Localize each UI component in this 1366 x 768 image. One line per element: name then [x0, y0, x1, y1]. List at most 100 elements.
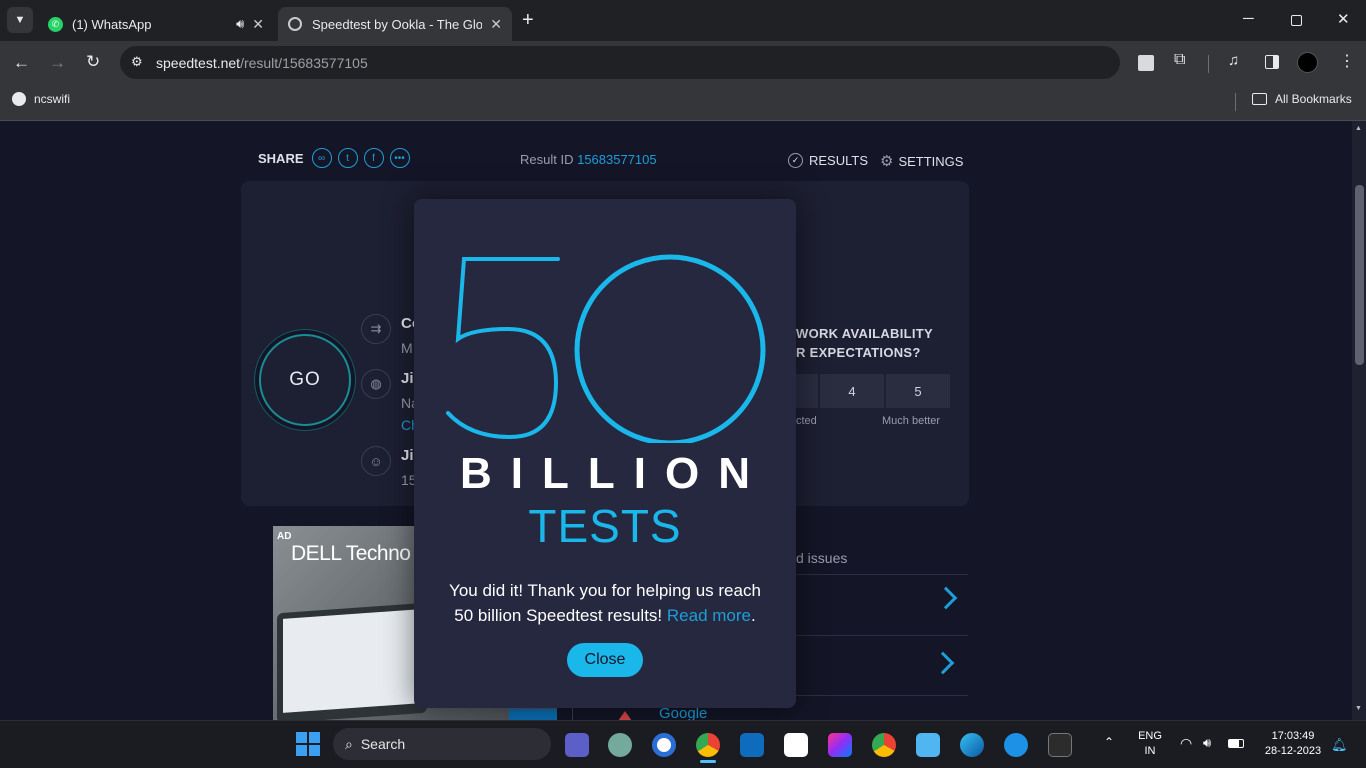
ad-divider — [572, 706, 573, 720]
show-hidden-icons[interactable]: ⌃ — [1104, 735, 1114, 749]
minimize-button[interactable]: ─ — [1243, 10, 1254, 27]
go-label: GO — [289, 369, 321, 390]
divider — [1235, 93, 1236, 111]
ad-blue-tile — [509, 709, 557, 720]
forward-button[interactable]: → — [49, 53, 66, 73]
close-label: Close — [584, 651, 626, 668]
extension-icon[interactable] — [1138, 55, 1154, 71]
close-tab-icon[interactable]: ✕ — [490, 16, 502, 33]
all-bookmarks-button[interactable]: All Bookmarks — [1252, 92, 1352, 106]
result-id-label: Result ID — [520, 152, 574, 167]
digit-five — [446, 257, 560, 440]
survey-question-line2: R EXPECTATIONS? — [796, 345, 921, 360]
facebook-icon[interactable]: f — [363, 148, 384, 168]
ad-brand: DELL Techno — [291, 542, 411, 565]
tab-title: (1) WhatsApp — [72, 16, 152, 32]
bookmark-ncswifi[interactable]: ncswifi — [12, 92, 70, 106]
survey-question-line1: WORK AVAILABILITY — [796, 326, 934, 341]
results-label: RESULTS — [809, 153, 868, 168]
notepad-icon[interactable] — [916, 733, 940, 757]
intellij-icon[interactable] — [828, 733, 852, 757]
speaker-icon[interactable]: 🔊︎ — [236, 16, 244, 32]
scroll-down-arrow[interactable]: ▼ — [1355, 705, 1362, 712]
connections-value: M — [401, 340, 413, 356]
twitter-icon[interactable]: t — [337, 148, 358, 168]
close-modal-button[interactable]: Close — [567, 643, 643, 677]
page-scrollbar[interactable]: ▲ ▼ — [1352, 121, 1366, 720]
billion-word: BILLION — [460, 449, 769, 498]
search-placeholder: Search — [360, 736, 406, 752]
active-indicator — [700, 760, 716, 763]
rating-5[interactable]: 5 — [886, 374, 950, 408]
digit-zero — [574, 254, 766, 443]
share-label: SHARE — [258, 150, 304, 166]
restore-button[interactable] — [1291, 15, 1302, 26]
chrome-icon[interactable] — [872, 733, 896, 757]
connections-icon: ⇉ — [361, 314, 391, 344]
taskbar-search[interactable]: ⌕ Search — [333, 728, 551, 760]
media-control-icon[interactable]: ♫ — [1228, 52, 1239, 69]
terminal-icon[interactable] — [1048, 733, 1072, 757]
scroll-up-arrow[interactable]: ▲ — [1355, 125, 1362, 132]
rating-4[interactable]: 4 — [820, 374, 884, 408]
tab-title: Speedtest by Ookla - The Global Broadban… — [312, 16, 483, 32]
chatgpt-icon[interactable] — [608, 733, 632, 757]
rating-high-caption: Much better — [882, 415, 941, 427]
outlook-icon[interactable] — [740, 733, 764, 757]
menu-kebab-icon[interactable]: ⋮ — [1339, 51, 1355, 71]
share-bar: SHARE ∞ t f ••• — [258, 148, 410, 168]
tab-speedtest[interactable]: Speedtest by Ookla - The Global Broadban… — [278, 7, 512, 41]
reload-button[interactable]: ↻ — [86, 52, 100, 72]
close-window-button[interactable]: ✕ — [1337, 10, 1350, 28]
ookla-icon — [288, 17, 302, 31]
back-button[interactable]: ← — [13, 53, 30, 73]
wifi-icon[interactable]: ◠ — [1180, 735, 1192, 752]
go-button[interactable]: GO — [259, 334, 351, 426]
clock-time: 17:03:49 — [1271, 730, 1315, 742]
settings-link[interactable]: ⚙ SETTINGS — [880, 152, 963, 170]
battery-icon[interactable] — [1228, 739, 1244, 748]
divider — [1208, 55, 1209, 73]
docker-icon[interactable] — [1004, 733, 1028, 757]
result-id: Result ID 15683577105 — [520, 152, 657, 167]
tab-whatsapp[interactable]: ✆ (1) WhatsApp 🔊︎ ✕ — [38, 7, 274, 41]
results-link[interactable]: ✓ RESULTS — [788, 153, 868, 168]
language-indicator[interactable]: ENG IN — [1134, 729, 1166, 759]
settings-label: SETTINGS — [898, 153, 964, 169]
notification-bell-icon[interactable]: 🔔︎ — [1331, 737, 1348, 753]
read-more-link[interactable]: Read more — [667, 606, 751, 625]
url-host: speedtest.net — [156, 54, 241, 71]
app-icon[interactable] — [652, 733, 676, 757]
teams-icon[interactable] — [565, 733, 589, 757]
start-button[interactable] — [296, 732, 320, 756]
profile-avatar[interactable] — [1297, 52, 1318, 73]
issues-heading: d issues — [796, 550, 848, 566]
address-bar[interactable]: ⚙ speedtest.net/result/15683577105 — [120, 46, 1120, 79]
clock[interactable]: 17:03:49 28-12-2023 — [1256, 729, 1330, 759]
message-line-2: 50 billion Speedtest results! Read more. — [414, 603, 796, 628]
puzzle-icon[interactable]: ⧉ — [1174, 51, 1185, 69]
result-id-link[interactable]: 15683577105 — [577, 152, 657, 167]
whatsapp-icon: ✆ — [48, 16, 63, 32]
site-info-icon[interactable]: ⚙ — [131, 54, 143, 70]
scroll-thumb[interactable] — [1355, 185, 1364, 365]
edge-icon[interactable] — [960, 733, 984, 757]
link-icon[interactable]: ∞ — [311, 148, 332, 168]
close-tab-icon[interactable]: ✕ — [252, 16, 264, 33]
new-tab-button[interactable]: + — [522, 9, 534, 32]
tab-search-button[interactable]: ▼ — [7, 7, 33, 33]
rating-label: 4 — [848, 383, 856, 399]
chrome-icon[interactable] — [696, 733, 720, 757]
modal-message: You did it! Thank you for helping us rea… — [414, 578, 796, 628]
all-bookmarks-label: All Bookmarks — [1275, 92, 1352, 106]
tests-word: TESTS — [528, 500, 682, 552]
more-icon[interactable]: ••• — [389, 148, 410, 168]
tab-strip: ▼ ✆ (1) WhatsApp 🔊︎ ✕ Speedtest by Ookla… — [0, 0, 1366, 41]
check-circle-icon: ✓ — [788, 153, 803, 168]
side-panel-icon[interactable] — [1265, 55, 1279, 69]
fifty-graphic — [446, 254, 766, 443]
notion-icon[interactable] — [784, 733, 808, 757]
clock-date: 28-12-2023 — [1264, 745, 1322, 757]
volume-icon[interactable]: 🔊︎ — [1203, 735, 1211, 751]
milestone-modal: 50 BILLION TESTS You did it! Thank you f… — [414, 199, 796, 708]
